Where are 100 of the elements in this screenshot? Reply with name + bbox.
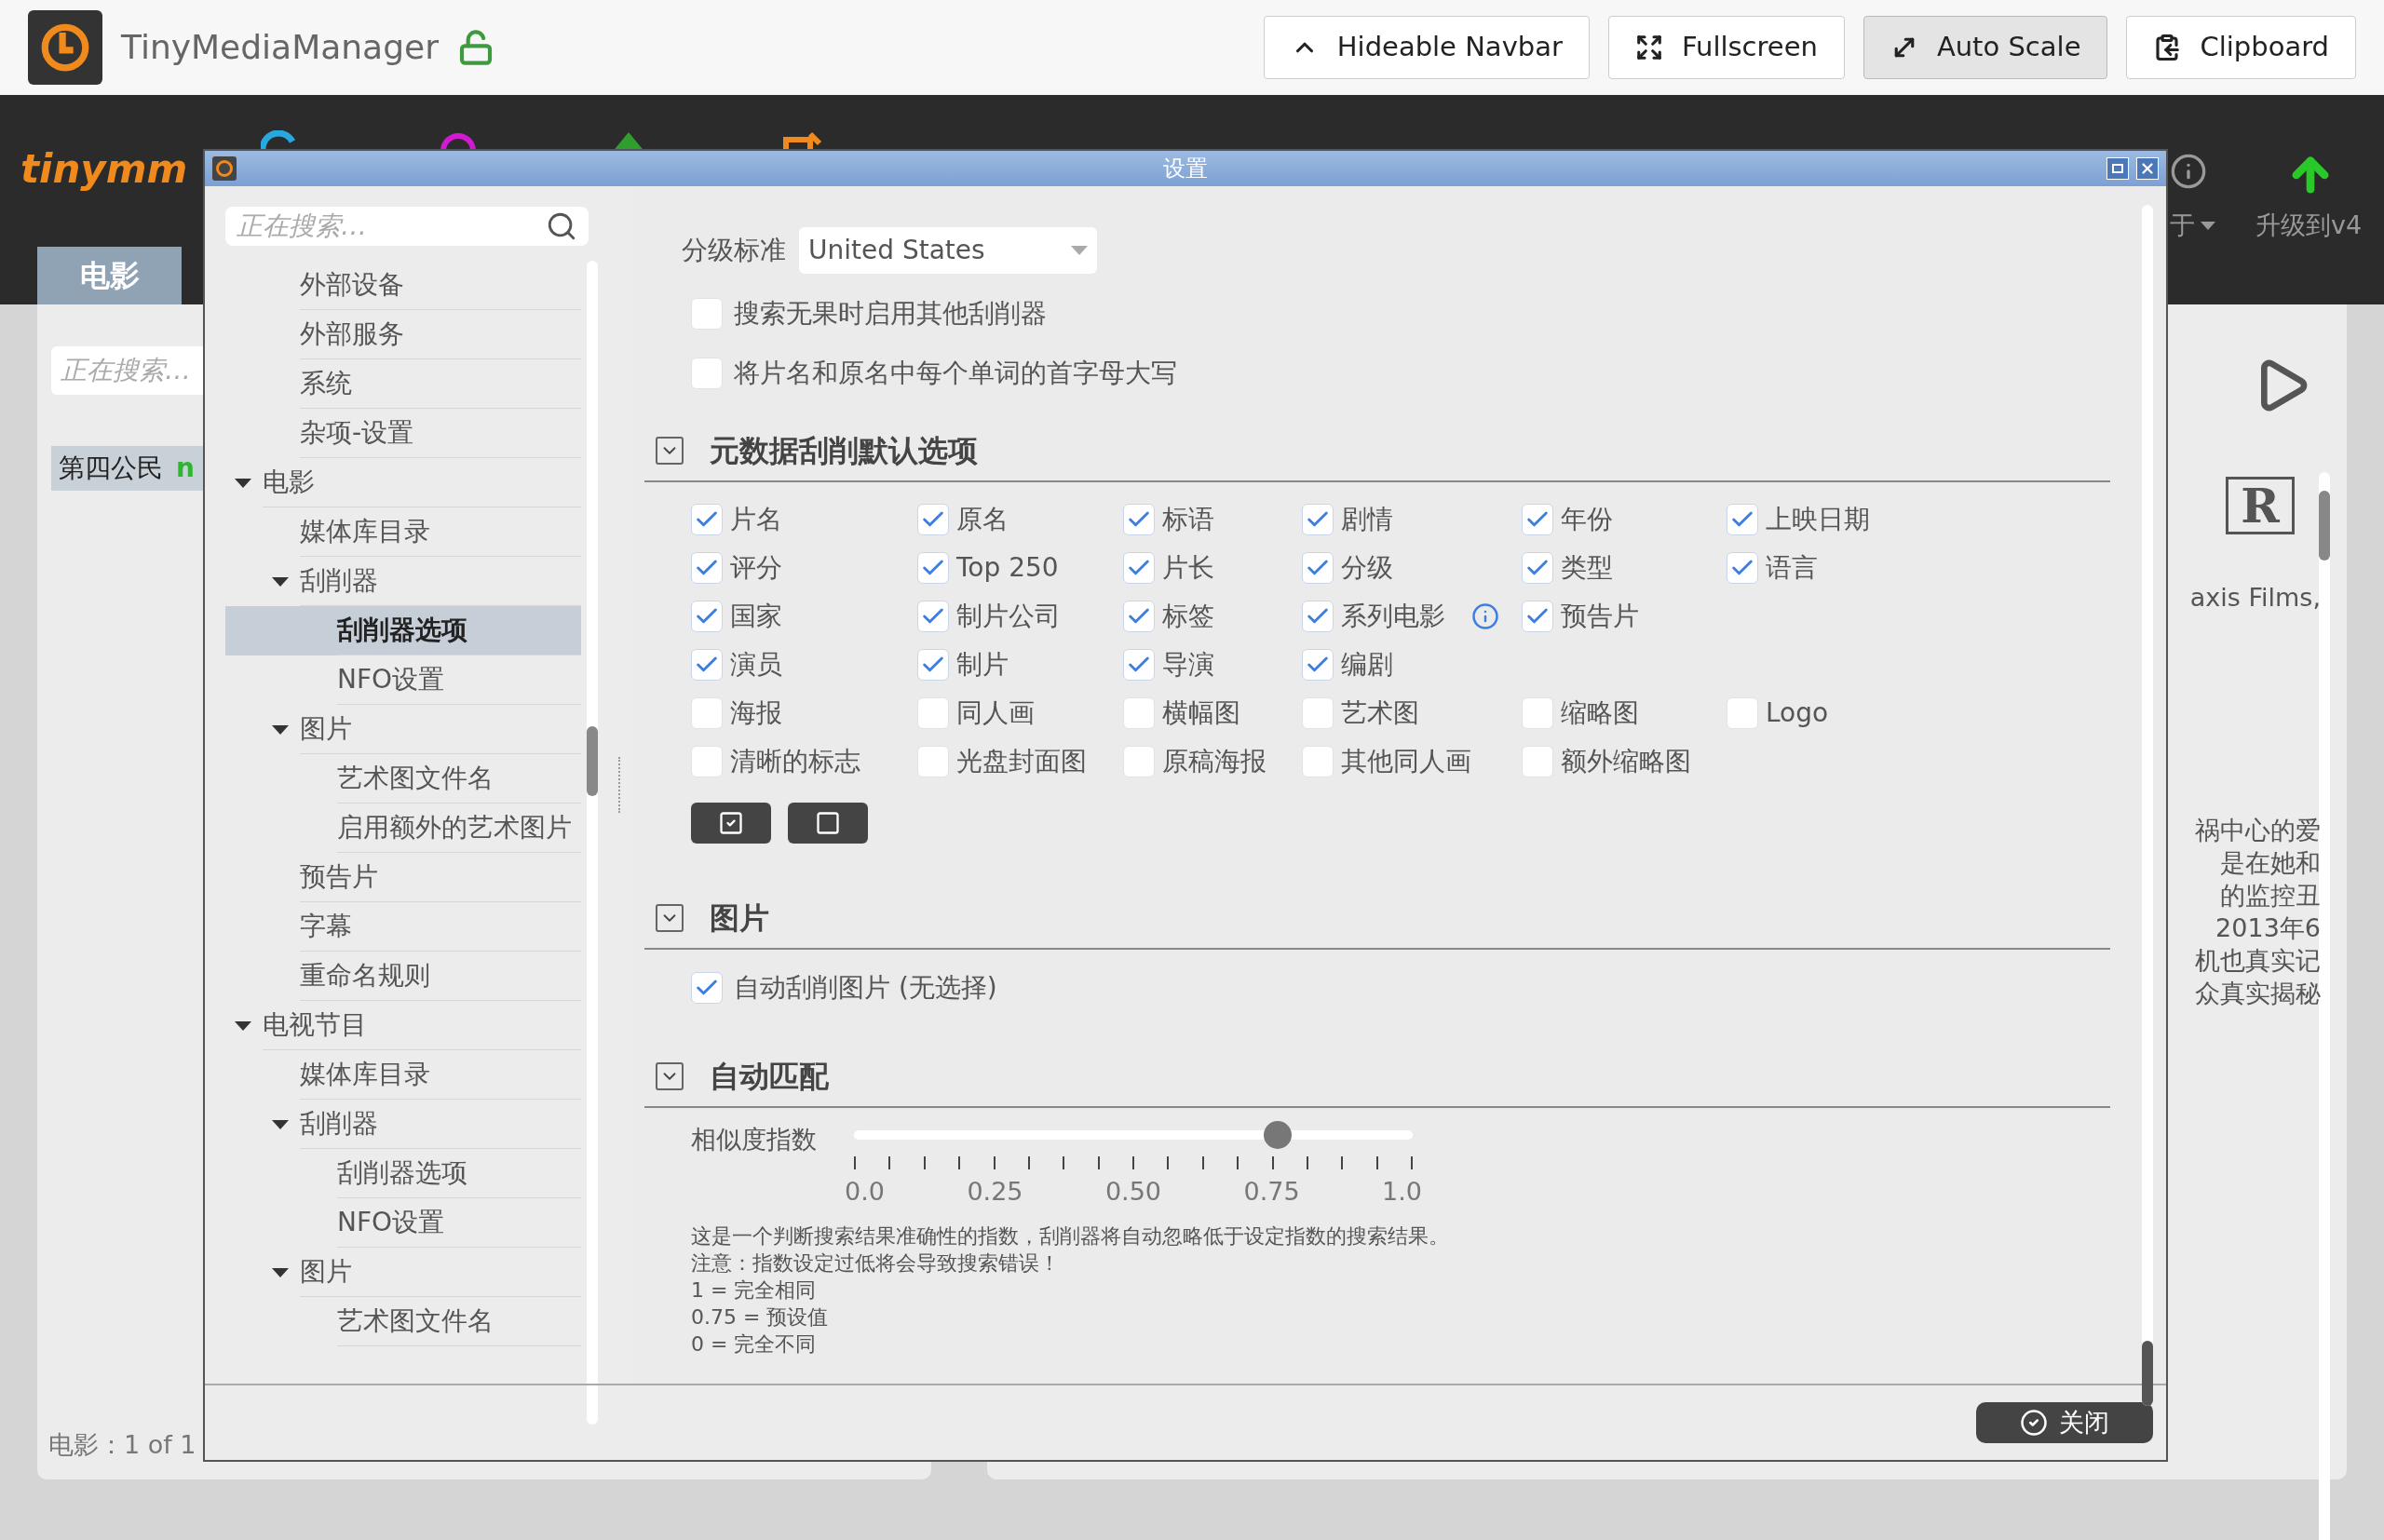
checkbox[interactable] [1302, 601, 1334, 632]
toolbar-button[interactable]: Hideable Navbar [1263, 16, 1590, 79]
checkbox[interactable] [1123, 552, 1155, 584]
scrollbar-thumb[interactable] [2319, 491, 2330, 561]
checkbox[interactable] [917, 552, 949, 584]
tree-item[interactable]: 刮削器 [225, 1100, 581, 1149]
checkbox[interactable] [917, 504, 949, 535]
checkbox[interactable] [1302, 697, 1334, 729]
checkbox[interactable] [691, 746, 723, 777]
checkbox[interactable] [691, 552, 723, 584]
tree-item[interactable]: 外部设备 [225, 261, 581, 310]
field-option-label: 额外缩略图 [1561, 745, 1691, 778]
upgrade-button[interactable]: 升级到v4 [2255, 207, 2363, 245]
collapse-toggle[interactable] [656, 1062, 684, 1090]
checkbox[interactable] [917, 697, 949, 729]
tree-item[interactable]: 媒体库目录 [225, 507, 581, 557]
expanded-arrow-icon[interactable] [272, 1267, 289, 1277]
checkbox[interactable] [691, 298, 723, 330]
about-menu[interactable]: 于 [2170, 207, 2215, 245]
checkbox[interactable] [1727, 552, 1758, 584]
close-icon[interactable] [2136, 157, 2159, 180]
fullscreen-icon [1634, 34, 1663, 61]
checkbox[interactable] [1123, 746, 1155, 777]
checkbox[interactable] [691, 601, 723, 632]
maximize-icon[interactable] [2106, 157, 2129, 180]
checkbox[interactable] [691, 972, 723, 1004]
checkbox[interactable] [1302, 552, 1334, 584]
checkbox[interactable] [1522, 601, 1553, 632]
rating-dropdown[interactable]: United States [799, 227, 1097, 274]
scrollbar-thumb[interactable] [2142, 1341, 2153, 1406]
detail-text: axis Films, [2189, 582, 2321, 614]
tree-item[interactable]: 图片 [225, 1248, 581, 1297]
checked-box-icon [718, 810, 744, 836]
checkbox[interactable] [1522, 504, 1553, 535]
tree-item[interactable]: 刮削器选项 [225, 1149, 581, 1198]
collapse-toggle[interactable] [656, 904, 684, 932]
tree-item[interactable]: 系统 [225, 359, 581, 409]
slider-thumb[interactable] [1264, 1121, 1292, 1149]
field-option-label: 预告片 [1561, 600, 1639, 633]
field-option-label: 剧情 [1341, 503, 1393, 536]
tree-item[interactable]: 图片 [225, 705, 581, 754]
expanded-arrow-icon[interactable] [235, 478, 251, 488]
checkbox[interactable] [917, 601, 949, 632]
checkbox[interactable] [1302, 504, 1334, 535]
tree-item[interactable]: 刮削器选项 [225, 606, 581, 655]
toolbar-button[interactable]: Auto Scale [1862, 16, 2108, 79]
checkbox[interactable] [917, 746, 949, 777]
toolbar-button[interactable]: Fullscreen [1607, 16, 1845, 79]
checkbox[interactable] [1522, 697, 1553, 729]
option-label: 将片名和原名中每个单词的首字母大写 [734, 357, 1177, 390]
tree-item[interactable]: 艺术图文件名 [225, 1297, 581, 1346]
checkbox[interactable] [1727, 697, 1758, 729]
field-option-label: 片名 [730, 503, 782, 536]
close-button[interactable]: 关闭 [1976, 1402, 2153, 1443]
tree-item[interactable]: 重命名规则 [225, 952, 581, 1001]
section-title: 图片 [710, 899, 769, 938]
expanded-arrow-icon[interactable] [272, 724, 289, 735]
tree-item[interactable]: 字幕 [225, 902, 581, 952]
checkbox[interactable] [1123, 649, 1155, 681]
tree-item[interactable]: 预告片 [225, 853, 581, 902]
checkbox[interactable] [1302, 746, 1334, 777]
field-option-label: 光盘封面图 [956, 745, 1087, 778]
select-none-button[interactable] [788, 803, 868, 844]
tree-item-label: 预告片 [300, 853, 581, 902]
field-option-label: 上映日期 [1766, 503, 1870, 536]
collapse-toggle[interactable] [656, 437, 684, 465]
checkbox[interactable] [1302, 649, 1334, 681]
field-option-label: 制片 [956, 648, 1009, 682]
caret-icon [2201, 221, 2215, 230]
info-icon[interactable] [1471, 602, 1499, 630]
tree-item[interactable]: 媒体库目录 [225, 1050, 581, 1100]
checkbox[interactable] [1522, 746, 1553, 777]
field-option-label: 系列电影 [1341, 600, 1445, 633]
tree-item[interactable]: 杂项-设置 [225, 409, 581, 458]
checkbox[interactable] [691, 649, 723, 681]
toolbar-button[interactable]: Clipboard [2126, 16, 2356, 79]
expanded-arrow-icon[interactable] [235, 1020, 251, 1031]
tree-item[interactable]: NFO设置 [225, 1198, 581, 1248]
rating-r-icon: R [2226, 477, 2295, 534]
checkbox[interactable] [1123, 601, 1155, 632]
expanded-arrow-icon[interactable] [272, 1119, 289, 1129]
tree-item-label: 图片 [300, 1248, 581, 1297]
tree-item[interactable]: 艺术图文件名 [225, 754, 581, 804]
checkbox[interactable] [917, 649, 949, 681]
tree-item[interactable]: 外部服务 [225, 310, 581, 359]
checkbox[interactable] [691, 358, 723, 389]
tree-item[interactable]: NFO设置 [225, 655, 581, 705]
tree-item-label: 刮削器选项 [337, 606, 581, 655]
expanded-arrow-icon[interactable] [272, 576, 289, 587]
select-all-button[interactable] [691, 803, 771, 844]
checkbox[interactable] [1522, 552, 1553, 584]
checkbox[interactable] [1123, 697, 1155, 729]
tree-item[interactable]: 启用额外的艺术图片 [225, 804, 581, 853]
scrollbar-thumb[interactable] [587, 726, 598, 796]
checkbox[interactable] [1123, 504, 1155, 535]
checkbox[interactable] [691, 504, 723, 535]
section-title: 元数据刮削默认选项 [710, 432, 978, 470]
tree-item-label: 艺术图文件名 [337, 1297, 581, 1346]
checkbox[interactable] [691, 697, 723, 729]
checkbox[interactable] [1727, 504, 1758, 535]
